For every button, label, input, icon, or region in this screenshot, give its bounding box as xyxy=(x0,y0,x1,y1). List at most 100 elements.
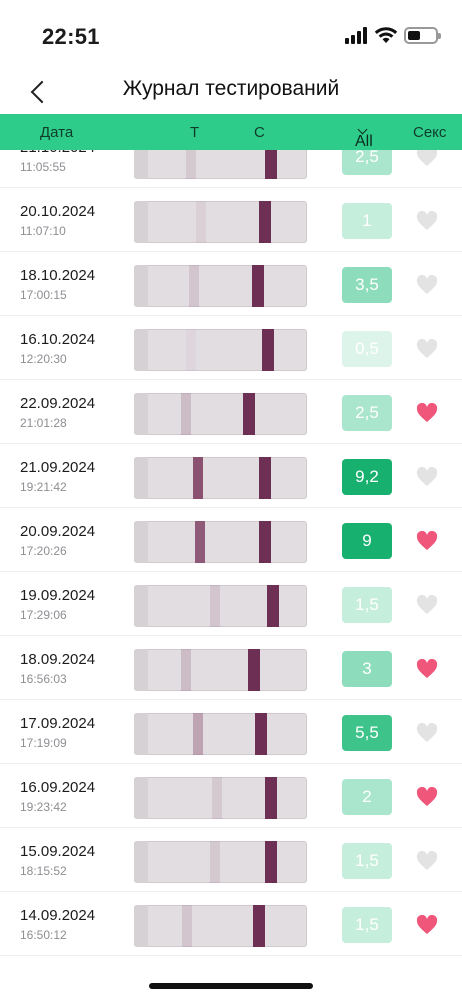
test-strip-photo[interactable] xyxy=(134,265,307,307)
lh-value-badge: 1,5 xyxy=(342,843,392,879)
test-strip-photo[interactable] xyxy=(134,393,307,435)
test-strip-photo[interactable] xyxy=(134,905,307,947)
battery-icon xyxy=(404,27,441,44)
status-bar: 22:51 xyxy=(0,0,462,70)
test-date: 17.09.2024 xyxy=(20,715,96,732)
control-line xyxy=(253,905,266,947)
lh-value-badge: 1,5 xyxy=(342,907,392,943)
control-line xyxy=(255,713,268,755)
lh-value-badge: 1,5 xyxy=(342,587,392,623)
lh-value-badge: 9,2 xyxy=(342,459,392,495)
list-item[interactable]: 18.10.2024 17:00:15 3,5 xyxy=(0,252,462,316)
test-strip-photo[interactable] xyxy=(134,777,307,819)
test-strip-photo[interactable] xyxy=(134,329,307,371)
list-item[interactable]: 16.09.2024 19:23:42 2 xyxy=(0,764,462,828)
control-line xyxy=(258,201,271,243)
heart-icon[interactable] xyxy=(416,787,438,807)
test-strip-photo[interactable] xyxy=(134,521,307,563)
test-date: 20.10.2024 xyxy=(20,203,96,220)
test-line xyxy=(192,713,203,755)
heart-icon[interactable] xyxy=(416,211,438,231)
test-time: 17:20:26 xyxy=(20,544,67,558)
test-time: 11:05:55 xyxy=(20,160,66,174)
test-line xyxy=(211,777,222,819)
test-time: 12:20:30 xyxy=(20,352,67,366)
control-line xyxy=(265,777,278,819)
test-line xyxy=(192,457,203,499)
control-line xyxy=(262,329,275,371)
heart-icon[interactable] xyxy=(416,595,438,615)
list-item[interactable]: 21.09.2024 19:21:42 9,2 xyxy=(0,444,462,508)
test-line xyxy=(210,841,221,883)
lh-value: 0,5 xyxy=(355,339,379,358)
control-line xyxy=(251,265,264,307)
test-time: 19:23:42 xyxy=(20,800,67,814)
heart-icon[interactable] xyxy=(416,851,438,871)
test-line xyxy=(180,649,191,691)
control-line xyxy=(258,521,271,563)
test-date: 18.09.2024 xyxy=(20,651,96,668)
test-strip-photo[interactable] xyxy=(134,649,307,691)
list-item[interactable]: 20.09.2024 17:20:26 9 xyxy=(0,508,462,572)
test-date: 22.09.2024 xyxy=(20,395,96,412)
test-line xyxy=(196,201,207,243)
list-item[interactable]: 14.09.2024 16:50:12 1,5 xyxy=(0,892,462,956)
cellular-signal-icon xyxy=(345,27,369,44)
list-item[interactable]: 19.09.2024 17:29:06 1,5 xyxy=(0,572,462,636)
list-item[interactable]: 20.10.2024 11:07:10 1 xyxy=(0,188,462,252)
test-date: 16.09.2024 xyxy=(20,779,96,796)
heart-icon[interactable] xyxy=(416,403,438,423)
test-time: 19:21:42 xyxy=(20,480,67,494)
lh-value-badge: 0,5 xyxy=(342,331,392,367)
status-time: 22:51 xyxy=(42,24,100,49)
page-title: Журнал тестирований xyxy=(122,77,340,100)
column-header-t: T xyxy=(190,124,200,141)
lh-value: 2,5 xyxy=(355,403,379,422)
heart-icon[interactable] xyxy=(416,147,438,167)
test-time: 17:29:06 xyxy=(20,608,67,622)
test-date: 16.10.2024 xyxy=(20,331,96,348)
lh-value: 2 xyxy=(362,787,372,806)
test-strip-photo[interactable] xyxy=(134,201,307,243)
test-time: 21:01:28 xyxy=(20,416,67,430)
list-item[interactable]: 15.09.2024 18:15:52 1,5 xyxy=(0,828,462,892)
lh-value: 5,5 xyxy=(355,723,379,742)
test-strip-photo[interactable] xyxy=(134,841,307,883)
heart-icon[interactable] xyxy=(416,915,438,935)
list-item[interactable]: 22.09.2024 21:01:28 2,5 xyxy=(0,380,462,444)
heart-icon[interactable] xyxy=(416,275,438,295)
test-date: 21.09.2024 xyxy=(20,459,96,476)
test-time: 18:15:52 xyxy=(20,864,67,878)
heart-icon[interactable] xyxy=(416,467,438,487)
test-time: 16:50:12 xyxy=(20,928,67,942)
list-item[interactable]: 16.10.2024 12:20:30 0,5 xyxy=(0,316,462,380)
test-strip-photo[interactable] xyxy=(134,585,307,627)
filter-dropdown[interactable]: All xyxy=(355,123,373,150)
home-indicator xyxy=(149,983,313,989)
wifi-icon xyxy=(374,27,398,43)
test-time: 16:56:03 xyxy=(20,672,67,686)
test-strip-photo[interactable] xyxy=(134,713,307,755)
heart-icon[interactable] xyxy=(416,531,438,551)
control-line xyxy=(265,841,278,883)
heart-icon[interactable] xyxy=(416,339,438,359)
lh-value-badge: 3,5 xyxy=(342,267,392,303)
list-item[interactable]: 17.09.2024 17:19:09 5,5 xyxy=(0,700,462,764)
test-line xyxy=(210,585,221,627)
lh-value-badge: 2 xyxy=(342,779,392,815)
test-line xyxy=(194,521,205,563)
control-line xyxy=(242,393,255,435)
lh-value: 9 xyxy=(362,531,372,550)
list-item[interactable]: 18.09.2024 16:56:03 3 xyxy=(0,636,462,700)
heart-icon[interactable] xyxy=(416,659,438,679)
lh-value: 9,2 xyxy=(355,467,379,486)
lh-value-badge: 2,5 xyxy=(342,395,392,431)
test-line xyxy=(185,329,196,371)
test-log-list[interactable]: 21.10.202411:05:552,520.10.202411:07:101… xyxy=(0,124,462,960)
heart-icon[interactable] xyxy=(416,723,438,743)
test-strip-photo[interactable] xyxy=(134,457,307,499)
test-date: 15.09.2024 xyxy=(20,843,96,860)
test-time: 11:07:10 xyxy=(20,224,66,238)
lh-value: 3,5 xyxy=(355,275,379,294)
lh-value: 1,5 xyxy=(355,915,379,934)
